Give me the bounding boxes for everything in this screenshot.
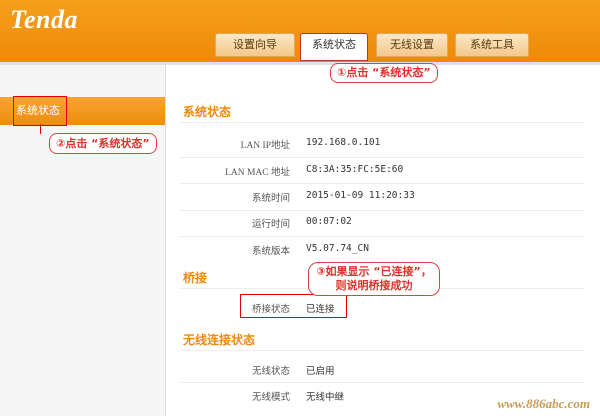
- section-title-wireless-status: 无线连接状态: [183, 333, 256, 347]
- lan-ip-label: LAN IP地址: [240, 141, 290, 151]
- wireless-status-value: 已启用: [306, 366, 335, 377]
- system-time-label: 系统时间: [251, 194, 290, 204]
- system-time-value: 2015-01-09 11:20:33: [306, 190, 415, 201]
- annotation-callout-2: ②点击 “系统状态”: [49, 133, 157, 154]
- divider: [180, 350, 585, 351]
- annotation-connector: [40, 124, 41, 134]
- annotation-highlight-box: [13, 96, 67, 126]
- tab-setup-wizard[interactable]: 设置向导: [215, 33, 295, 57]
- annotation-highlight-box: [240, 294, 347, 318]
- divider: [180, 236, 585, 237]
- wireless-mode-value: 无线中继: [306, 392, 345, 403]
- divider: [180, 183, 585, 184]
- section-title-bridge: 桥接: [183, 271, 208, 285]
- section-title-system-status: 系统状态: [183, 105, 232, 119]
- uptime-value: 00:07:02: [306, 216, 352, 227]
- uptime-label: 运行时间: [251, 220, 290, 230]
- divider: [180, 157, 585, 158]
- divider: [180, 382, 585, 383]
- lan-ip-value: 192.168.0.101: [306, 137, 381, 148]
- firmware-version-value: V5.07.74_CN: [306, 243, 369, 254]
- annotation-callout-3: ③如果显示 “已连接”，则说明桥接成功: [308, 262, 440, 296]
- site-watermark: www.886abc.com: [497, 396, 590, 411]
- wireless-mode-label: 无线模式: [251, 393, 290, 403]
- lan-mac-value: C8:3A:35:FC:5E:60: [306, 164, 404, 175]
- tab-system-tools[interactable]: 系统工具: [455, 33, 529, 57]
- lan-mac-label: LAN MAC 地址: [225, 168, 290, 178]
- tenda-logo: Tenda: [10, 5, 78, 34]
- tab-system-status[interactable]: 系统状态: [300, 33, 368, 61]
- divider: [180, 122, 585, 123]
- annotation-callout-1: ①点击 “系统状态”: [330, 63, 438, 83]
- wireless-status-label: 无线状态: [251, 367, 290, 377]
- firmware-version-label: 系统版本: [251, 247, 290, 257]
- divider: [180, 210, 585, 211]
- tab-wireless-settings[interactable]: 无线设置: [376, 33, 448, 57]
